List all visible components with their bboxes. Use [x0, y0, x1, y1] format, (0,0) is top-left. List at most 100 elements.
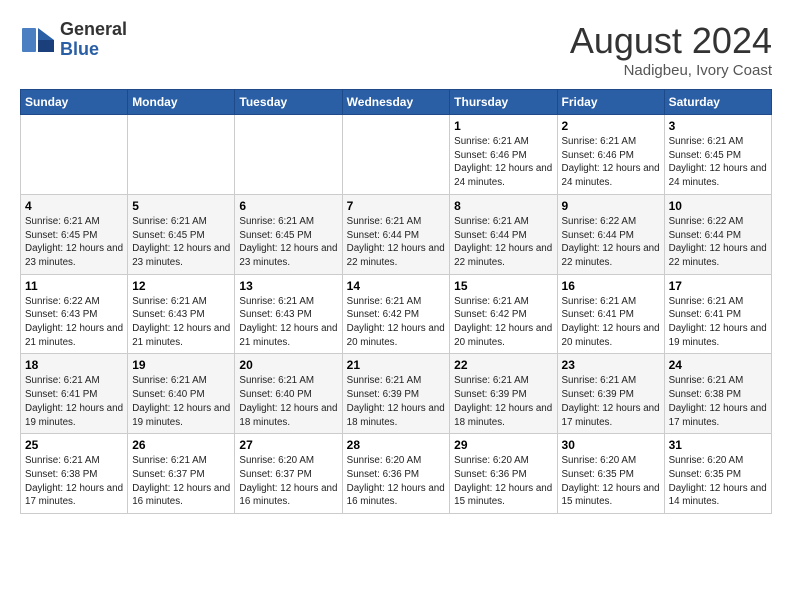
- calendar-cell: 3 Sunrise: 6:21 AM Sunset: 6:45 PM Daylig…: [664, 115, 771, 195]
- cell-content: Sunrise: 6:21 AM Sunset: 6:45 PM Dayligh…: [669, 135, 767, 190]
- cell-content: Sunrise: 6:21 AM Sunset: 6:39 PM Dayligh…: [562, 374, 660, 429]
- day-number: 13: [239, 279, 337, 293]
- day-number: 15: [454, 279, 552, 293]
- cell-content: Sunrise: 6:20 AM Sunset: 6:35 PM Dayligh…: [562, 454, 660, 509]
- cell-content: Sunrise: 6:21 AM Sunset: 6:42 PM Dayligh…: [454, 295, 552, 350]
- calendar-cell: 14 Sunrise: 6:21 AM Sunset: 6:42 PM Dayli…: [342, 274, 450, 354]
- cell-content: Sunrise: 6:21 AM Sunset: 6:42 PM Dayligh…: [347, 295, 446, 350]
- month-year: August 2024: [570, 20, 772, 62]
- day-number: 4: [25, 199, 123, 213]
- calendar-cell: 12 Sunrise: 6:21 AM Sunset: 6:43 PM Dayli…: [128, 274, 235, 354]
- logo-blue: Blue: [60, 39, 99, 59]
- calendar-cell: 6Sunrise: 6:21 AM Sunset: 6:45 PM Daylig…: [235, 194, 342, 274]
- calendar-week-row: 4 Sunrise: 6:21 AM Sunset: 6:45 PM Daylig…: [21, 194, 772, 274]
- day-number: 23: [562, 358, 660, 372]
- calendar-cell: 20 Sunrise: 6:21 AM Sunset: 6:40 PM Dayli…: [235, 354, 342, 434]
- day-number: 14: [347, 279, 446, 293]
- calendar-cell: 30 Sunrise: 6:20 AM Sunset: 6:35 PM Dayli…: [557, 434, 664, 514]
- day-number: 20: [239, 358, 337, 372]
- calendar-cell: 28Sunrise: 6:20 AM Sunset: 6:36 PM Dayli…: [342, 434, 450, 514]
- calendar-header-row: SundayMondayTuesdayWednesdayThursdayFrid…: [21, 90, 772, 115]
- cell-content: Sunrise: 6:21 AM Sunset: 6:44 PM Dayligh…: [454, 215, 552, 270]
- calendar-cell: 10 Sunrise: 6:22 AM Sunset: 6:44 PM Dayli…: [664, 194, 771, 274]
- logo-icon: [20, 26, 56, 54]
- day-number: 8: [454, 199, 552, 213]
- day-number: 16: [562, 279, 660, 293]
- day-of-week-header: Wednesday: [342, 90, 450, 115]
- logo-text: General Blue: [60, 20, 127, 60]
- calendar-cell: 5 Sunrise: 6:21 AM Sunset: 6:45 PM Daylig…: [128, 194, 235, 274]
- day-number: 6: [239, 199, 337, 213]
- day-number: 29: [454, 438, 552, 452]
- cell-content: Sunrise: 6:21 AM Sunset: 6:38 PM Dayligh…: [25, 454, 123, 509]
- cell-content: Sunrise: 6:21 AM Sunset: 6:41 PM Dayligh…: [25, 374, 123, 429]
- day-number: 30: [562, 438, 660, 452]
- cell-content: Sunrise: 6:22 AM Sunset: 6:44 PM Dayligh…: [669, 215, 767, 270]
- calendar-cell: 25Sunrise: 6:21 AM Sunset: 6:38 PM Dayli…: [21, 434, 128, 514]
- calendar-table: SundayMondayTuesdayWednesdayThursdayFrid…: [20, 89, 772, 514]
- day-number: 17: [669, 279, 767, 293]
- calendar-cell: 7Sunrise: 6:21 AM Sunset: 6:44 PM Daylig…: [342, 194, 450, 274]
- day-number: 27: [239, 438, 337, 452]
- logo-general: General: [60, 19, 127, 39]
- day-of-week-header: Saturday: [664, 90, 771, 115]
- calendar-cell: [21, 115, 128, 195]
- calendar-cell: 31Sunrise: 6:20 AM Sunset: 6:35 PM Dayli…: [664, 434, 771, 514]
- calendar-cell: 4 Sunrise: 6:21 AM Sunset: 6:45 PM Daylig…: [21, 194, 128, 274]
- day-number: 7: [347, 199, 446, 213]
- day-number: 26: [132, 438, 230, 452]
- calendar-week-row: 1Sunrise: 6:21 AM Sunset: 6:46 PM Daylig…: [21, 115, 772, 195]
- cell-content: Sunrise: 6:21 AM Sunset: 6:43 PM Dayligh…: [239, 295, 337, 350]
- location: Nadigbeu, Ivory Coast: [570, 62, 772, 79]
- day-number: 3: [669, 119, 767, 133]
- day-number: 11: [25, 279, 123, 293]
- day-of-week-header: Thursday: [450, 90, 557, 115]
- cell-content: Sunrise: 6:21 AM Sunset: 6:40 PM Dayligh…: [239, 374, 337, 429]
- calendar-cell: 29 Sunrise: 6:20 AM Sunset: 6:36 PM Dayli…: [450, 434, 557, 514]
- day-number: 18: [25, 358, 123, 372]
- cell-content: Sunrise: 6:21 AM Sunset: 6:39 PM Dayligh…: [454, 374, 552, 429]
- cell-content: Sunrise: 6:21 AM Sunset: 6:38 PM Dayligh…: [669, 374, 767, 429]
- calendar-cell: [235, 115, 342, 195]
- calendar-cell: 8 Sunrise: 6:21 AM Sunset: 6:44 PM Daylig…: [450, 194, 557, 274]
- cell-content: Sunrise: 6:21 AM Sunset: 6:41 PM Dayligh…: [562, 295, 660, 350]
- cell-content: Sunrise: 6:20 AM Sunset: 6:36 PM Dayligh…: [454, 454, 552, 509]
- calendar-week-row: 11 Sunrise: 6:22 AM Sunset: 6:43 PM Dayli…: [21, 274, 772, 354]
- calendar-cell: [342, 115, 450, 195]
- day-number: 10: [669, 199, 767, 213]
- calendar-cell: 9Sunrise: 6:22 AM Sunset: 6:44 PM Daylig…: [557, 194, 664, 274]
- day-number: 22: [454, 358, 552, 372]
- day-of-week-header: Sunday: [21, 90, 128, 115]
- calendar-cell: 23 Sunrise: 6:21 AM Sunset: 6:39 PM Dayli…: [557, 354, 664, 434]
- cell-content: Sunrise: 6:21 AM Sunset: 6:46 PM Dayligh…: [454, 135, 552, 190]
- page-header: General Blue August 2024 Nadigbeu, Ivory…: [20, 20, 772, 79]
- day-number: 5: [132, 199, 230, 213]
- calendar-cell: 2Sunrise: 6:21 AM Sunset: 6:46 PM Daylig…: [557, 115, 664, 195]
- cell-content: Sunrise: 6:21 AM Sunset: 6:41 PM Dayligh…: [669, 295, 767, 350]
- cell-content: Sunrise: 6:21 AM Sunset: 6:40 PM Dayligh…: [132, 374, 230, 429]
- calendar-cell: [128, 115, 235, 195]
- day-of-week-header: Friday: [557, 90, 664, 115]
- cell-content: Sunrise: 6:20 AM Sunset: 6:35 PM Dayligh…: [669, 454, 767, 509]
- day-number: 12: [132, 279, 230, 293]
- cell-content: Sunrise: 6:21 AM Sunset: 6:46 PM Dayligh…: [562, 135, 660, 190]
- cell-content: Sunrise: 6:21 AM Sunset: 6:45 PM Dayligh…: [132, 215, 230, 270]
- cell-content: Sunrise: 6:20 AM Sunset: 6:36 PM Dayligh…: [347, 454, 446, 509]
- calendar-cell: 22 Sunrise: 6:21 AM Sunset: 6:39 PM Dayli…: [450, 354, 557, 434]
- calendar-cell: 27 Sunrise: 6:20 AM Sunset: 6:37 PM Dayli…: [235, 434, 342, 514]
- calendar-week-row: 18 Sunrise: 6:21 AM Sunset: 6:41 PM Dayli…: [21, 354, 772, 434]
- title-block: August 2024 Nadigbeu, Ivory Coast: [570, 20, 772, 79]
- cell-content: Sunrise: 6:21 AM Sunset: 6:37 PM Dayligh…: [132, 454, 230, 509]
- day-of-week-header: Tuesday: [235, 90, 342, 115]
- day-number: 9: [562, 199, 660, 213]
- cell-content: Sunrise: 6:22 AM Sunset: 6:43 PM Dayligh…: [25, 295, 123, 350]
- calendar-cell: 21Sunrise: 6:21 AM Sunset: 6:39 PM Dayli…: [342, 354, 450, 434]
- calendar-cell: 1Sunrise: 6:21 AM Sunset: 6:46 PM Daylig…: [450, 115, 557, 195]
- cell-content: Sunrise: 6:20 AM Sunset: 6:37 PM Dayligh…: [239, 454, 337, 509]
- calendar-cell: 18 Sunrise: 6:21 AM Sunset: 6:41 PM Dayli…: [21, 354, 128, 434]
- cell-content: Sunrise: 6:21 AM Sunset: 6:45 PM Dayligh…: [25, 215, 123, 270]
- calendar-cell: 11 Sunrise: 6:22 AM Sunset: 6:43 PM Dayli…: [21, 274, 128, 354]
- cell-content: Sunrise: 6:21 AM Sunset: 6:43 PM Dayligh…: [132, 295, 230, 350]
- calendar-cell: 26 Sunrise: 6:21 AM Sunset: 6:37 PM Dayli…: [128, 434, 235, 514]
- cell-content: Sunrise: 6:21 AM Sunset: 6:39 PM Dayligh…: [347, 374, 446, 429]
